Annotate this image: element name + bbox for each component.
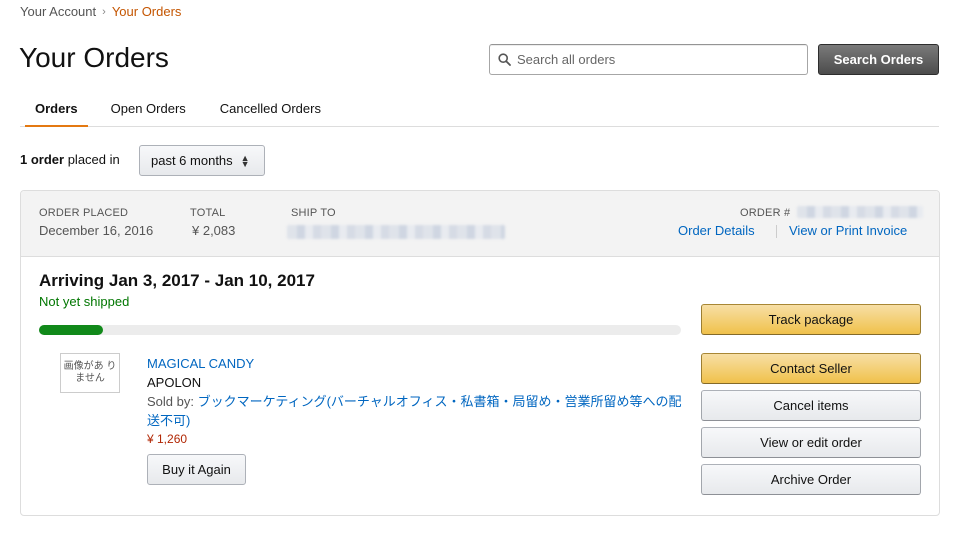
select-arrows-icon: ▲ ▼ bbox=[240, 152, 250, 169]
order-placed-value: December 16, 2016 bbox=[39, 223, 154, 238]
order-item: MAGICAL CANDY APOLON Sold by: ブックマーケティング… bbox=[147, 354, 682, 449]
header-link-divider bbox=[776, 225, 777, 238]
order-number-redacted bbox=[797, 206, 923, 218]
shipment-progress-bar bbox=[39, 325, 681, 335]
view-edit-order-button[interactable]: View or edit order bbox=[701, 427, 921, 458]
order-count-summary: 1 order placed in bbox=[20, 152, 120, 167]
arrival-heading: Arriving Jan 3, 2017 - Jan 10, 2017 bbox=[39, 271, 315, 290]
order-placed-label: ORDER PLACED bbox=[39, 207, 129, 219]
order-tabs: Orders Open Orders Cancelled Orders bbox=[20, 93, 939, 127]
archive-order-button[interactable]: Archive Order bbox=[701, 464, 921, 495]
product-title-link[interactable]: MAGICAL CANDY bbox=[147, 354, 682, 373]
breadcrumb-your-account[interactable]: Your Account bbox=[20, 4, 96, 19]
tab-cancelled-orders[interactable]: Cancelled Orders bbox=[220, 93, 321, 127]
seller-link[interactable]: ブックマーケティング(バーチャルオフィス・私書箱・局留め・営業所留め等への配送不… bbox=[147, 394, 682, 428]
contact-seller-button[interactable]: Contact Seller bbox=[701, 353, 921, 384]
search-orders-button[interactable]: Search Orders bbox=[818, 44, 939, 75]
invoice-link[interactable]: View or Print Invoice bbox=[789, 223, 907, 238]
breadcrumb: Your Account › Your Orders bbox=[20, 4, 181, 19]
buy-it-again-button[interactable]: Buy it Again bbox=[147, 454, 246, 485]
order-card: ORDER PLACED December 16, 2016 TOTAL ¥ 2… bbox=[20, 190, 940, 516]
tab-orders[interactable]: Orders bbox=[25, 93, 88, 127]
search-icon bbox=[498, 53, 511, 66]
page-title: Your Orders bbox=[19, 42, 169, 73]
tab-open-orders[interactable]: Open Orders bbox=[111, 93, 186, 127]
cancel-items-button[interactable]: Cancel items bbox=[701, 390, 921, 421]
track-package-button[interactable]: Track package bbox=[701, 304, 921, 335]
shipment-status: Not yet shipped bbox=[39, 294, 130, 309]
search-input[interactable] bbox=[517, 52, 797, 67]
sold-by-label: Sold by: bbox=[147, 394, 194, 409]
ship-to-label: SHIP TO bbox=[291, 207, 336, 219]
product-brand: APOLON bbox=[147, 375, 202, 390]
order-details-link[interactable]: Order Details bbox=[678, 223, 755, 238]
product-image-placeholder[interactable]: 画像があ りません bbox=[60, 353, 120, 393]
product-price: ¥ 1,260 bbox=[147, 432, 188, 446]
search-box[interactable] bbox=[489, 44, 808, 75]
order-total-label: TOTAL bbox=[190, 207, 226, 219]
order-count-text: placed in bbox=[67, 152, 120, 167]
order-total-value: ¥ 2,083 bbox=[192, 223, 236, 238]
order-header: ORDER PLACED December 16, 2016 TOTAL ¥ 2… bbox=[21, 191, 939, 257]
order-count: 1 order bbox=[20, 152, 65, 167]
order-number-label: ORDER # bbox=[740, 207, 791, 219]
time-period-value: past 6 months bbox=[151, 153, 233, 168]
ship-to-redacted[interactable] bbox=[287, 225, 505, 239]
breadcrumb-separator: › bbox=[102, 5, 106, 18]
breadcrumb-your-orders[interactable]: Your Orders bbox=[112, 4, 182, 19]
shipment-progress-fill bbox=[39, 325, 104, 335]
sold-by: Sold by: ブックマーケティング(バーチャルオフィス・私書箱・局留め・営業… bbox=[147, 392, 682, 430]
time-period-select[interactable]: past 6 months ▲ ▼ bbox=[139, 145, 265, 176]
